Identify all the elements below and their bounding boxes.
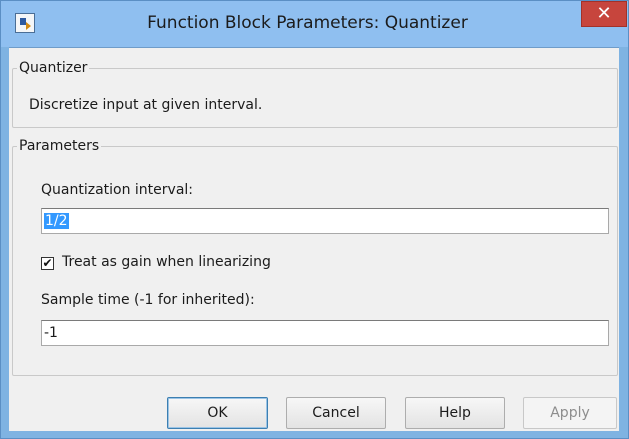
- quantization-interval-label: Quantization interval:: [41, 182, 194, 198]
- window-title: Function Block Parameters: Quantizer: [147, 13, 468, 33]
- arrow-shape: [26, 22, 31, 30]
- dialog-window: Function Block Parameters: Quantizer ✕ Q…: [0, 0, 629, 439]
- quantization-interval-input[interactable]: 1/2: [41, 208, 609, 234]
- treat-as-gain-label[interactable]: Treat as gain when linearizing: [62, 254, 271, 270]
- checkmark-icon: ✔: [42, 256, 53, 270]
- apply-button[interactable]: Apply: [523, 397, 617, 429]
- simulink-block-icon: [15, 13, 35, 33]
- close-icon: ✕: [596, 3, 612, 24]
- quantization-interval-value: 1/2: [44, 213, 69, 229]
- treat-as-gain-checkbox[interactable]: ✔: [41, 257, 54, 270]
- cancel-button[interactable]: Cancel: [286, 397, 386, 429]
- close-button[interactable]: ✕: [581, 1, 627, 27]
- block-group-legend: Quantizer: [19, 60, 88, 76]
- parameters-group-legend: Parameters: [19, 138, 100, 154]
- block-description-group: Quantizer: [12, 60, 618, 128]
- block-description: Discretize input at given interval.: [29, 97, 263, 113]
- title-bar[interactable]: Function Block Parameters: Quantizer ✕: [1, 1, 628, 47]
- sample-time-value: -1: [44, 325, 58, 341]
- help-button[interactable]: Help: [405, 397, 505, 429]
- sample-time-input[interactable]: -1: [41, 320, 609, 346]
- sample-time-label: Sample time (-1 for inherited):: [41, 292, 255, 308]
- dialog-client-area: Quantizer Discretize input at given inte…: [9, 47, 619, 431]
- ok-button[interactable]: OK: [167, 397, 268, 429]
